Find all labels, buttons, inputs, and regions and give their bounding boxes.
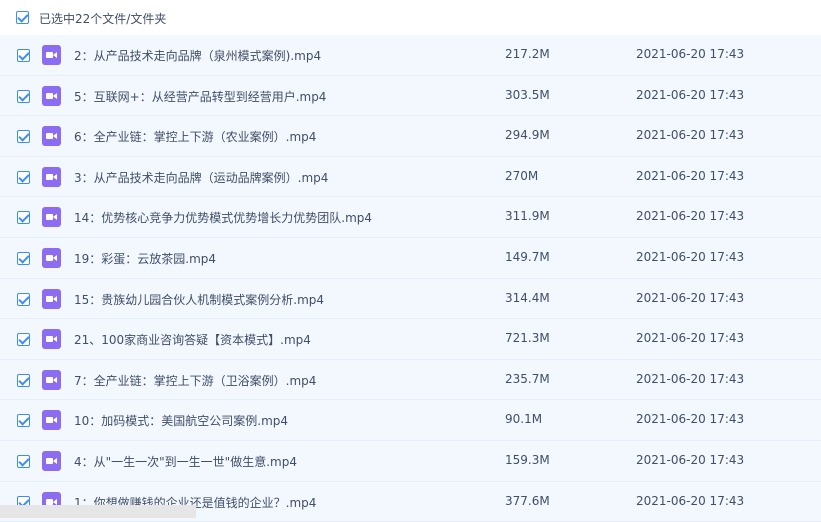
file-name[interactable]: 21、100家商业咨询答疑【资本模式】.mp4 bbox=[74, 331, 311, 348]
file-date: 2021-06-20 17:43 bbox=[636, 168, 745, 183]
file-date: 2021-06-20 17:43 bbox=[636, 493, 745, 508]
file-name[interactable]: 10：加码模式：美国航空公司案例.mp4 bbox=[74, 412, 288, 429]
row-checkbox[interactable] bbox=[17, 292, 30, 306]
video-file-icon bbox=[42, 126, 61, 147]
file-row[interactable]: 6：全产业链：掌控上下游（农业案例）.mp4 294.9M 2021-06-20… bbox=[0, 116, 821, 157]
horizontal-scrollbar[interactable] bbox=[0, 505, 196, 518]
video-file-icon bbox=[42, 207, 61, 228]
video-file-icon bbox=[42, 166, 61, 187]
file-list: 2：从产品技术走向品牌（泉州模式案例).mp4 217.2M 2021-06-2… bbox=[0, 35, 821, 522]
video-file-icon bbox=[42, 369, 61, 390]
file-row[interactable]: 10：加码模式：美国航空公司案例.mp4 90.1M 2021-06-20 17… bbox=[0, 400, 821, 441]
file-date: 2021-06-20 17:43 bbox=[636, 47, 745, 61]
select-all-checkbox[interactable] bbox=[16, 11, 29, 24]
file-date: 2021-06-20 17:43 bbox=[636, 371, 745, 386]
file-row[interactable]: 19：彩蛋：云放茶园.mp4 149.7M 2021-06-20 17:43 bbox=[0, 237, 821, 279]
video-file-icon bbox=[42, 450, 61, 471]
file-row[interactable]: 2：从产品技术走向品牌（泉州模式案例).mp4 217.2M 2021-06-2… bbox=[0, 35, 821, 76]
file-date: 2021-06-20 17:43 bbox=[636, 452, 745, 467]
file-name[interactable]: 5：互联网+：从经营产品转型到经营用户.mp4 bbox=[74, 88, 326, 105]
file-name[interactable]: 6：全产业链：掌控上下游（农业案例）.mp4 bbox=[74, 128, 316, 145]
file-row[interactable]: 15：贵族幼儿园合伙人机制模式案例分析.mp4 314.4M 2021-06-2… bbox=[0, 278, 821, 320]
row-checkbox[interactable] bbox=[17, 170, 30, 184]
file-size: 270M bbox=[505, 168, 539, 183]
video-file-icon bbox=[42, 410, 61, 431]
row-checkbox[interactable] bbox=[17, 414, 30, 428]
file-date: 2021-06-20 17:43 bbox=[636, 209, 745, 224]
file-size: 235.7M bbox=[505, 371, 550, 386]
video-file-icon bbox=[42, 247, 61, 268]
file-size: 721.3M bbox=[505, 331, 550, 346]
row-checkbox[interactable] bbox=[17, 454, 30, 468]
file-size: 217.2M bbox=[505, 47, 550, 61]
file-row[interactable]: 3：从产品技术走向品牌（运动品牌案例）.mp4 270M 2021-06-20 … bbox=[0, 156, 821, 198]
file-date: 2021-06-20 17:43 bbox=[636, 412, 745, 427]
row-checkbox[interactable] bbox=[17, 211, 30, 225]
video-file-icon bbox=[42, 85, 61, 106]
row-checkbox[interactable] bbox=[17, 130, 30, 144]
selection-header: 已选中22个文件/文件夹 bbox=[0, 0, 821, 36]
file-date: 2021-06-20 17:43 bbox=[636, 249, 745, 264]
video-file-icon bbox=[42, 288, 61, 309]
file-date: 2021-06-20 17:43 bbox=[636, 331, 745, 346]
file-name[interactable]: 19：彩蛋：云放茶园.mp4 bbox=[74, 250, 216, 267]
video-file-icon bbox=[42, 329, 61, 350]
file-name[interactable]: 3：从产品技术走向品牌（运动品牌案例）.mp4 bbox=[74, 169, 328, 186]
file-size: 311.9M bbox=[505, 209, 550, 224]
file-row[interactable]: 21、100家商业咨询答疑【资本模式】.mp4 721.3M 2021-06-2… bbox=[0, 319, 821, 360]
file-name[interactable]: 7：全产业链：掌控上下游（卫浴案例）.mp4 bbox=[74, 372, 316, 389]
file-row[interactable]: 4：从"一生一次"到一生一世"做生意.mp4 159.3M 2021-06-20… bbox=[0, 440, 821, 482]
row-checkbox[interactable] bbox=[17, 333, 30, 347]
row-checkbox[interactable] bbox=[17, 251, 30, 265]
file-size: 303.5M bbox=[505, 87, 550, 102]
file-row[interactable]: 7：全产业链：掌控上下游（卫浴案例）.mp4 235.7M 2021-06-20… bbox=[0, 359, 821, 401]
file-name[interactable]: 15：贵族幼儿园合伙人机制模式案例分析.mp4 bbox=[74, 291, 324, 308]
file-date: 2021-06-20 17:43 bbox=[636, 290, 745, 305]
video-file-icon bbox=[42, 45, 61, 65]
file-row[interactable]: 14：优势核心竞争力优势模式优势增长力优势团队.mp4 311.9M 2021-… bbox=[0, 197, 821, 238]
file-name[interactable]: 14：优势核心竞争力优势模式优势增长力优势团队.mp4 bbox=[74, 209, 372, 226]
file-size: 90.1M bbox=[505, 412, 543, 427]
row-checkbox[interactable] bbox=[17, 373, 30, 387]
file-name[interactable]: 4：从"一生一次"到一生一世"做生意.mp4 bbox=[74, 453, 297, 470]
file-row[interactable]: 5：互联网+：从经营产品转型到经营用户.mp4 303.5M 2021-06-2… bbox=[0, 75, 821, 117]
selection-count-label: 已选中22个文件/文件夹 bbox=[39, 12, 167, 26]
file-size: 159.3M bbox=[505, 452, 550, 467]
file-date: 2021-06-20 17:43 bbox=[636, 87, 745, 102]
file-size: 377.6M bbox=[505, 493, 550, 508]
file-size: 314.4M bbox=[505, 290, 550, 305]
row-checkbox[interactable] bbox=[17, 49, 30, 62]
file-name[interactable]: 2：从产品技术走向品牌（泉州模式案例).mp4 bbox=[74, 47, 321, 64]
row-checkbox[interactable] bbox=[17, 89, 30, 103]
file-size: 149.7M bbox=[505, 249, 550, 264]
file-size: 294.9M bbox=[505, 128, 550, 143]
file-date: 2021-06-20 17:43 bbox=[636, 128, 745, 143]
